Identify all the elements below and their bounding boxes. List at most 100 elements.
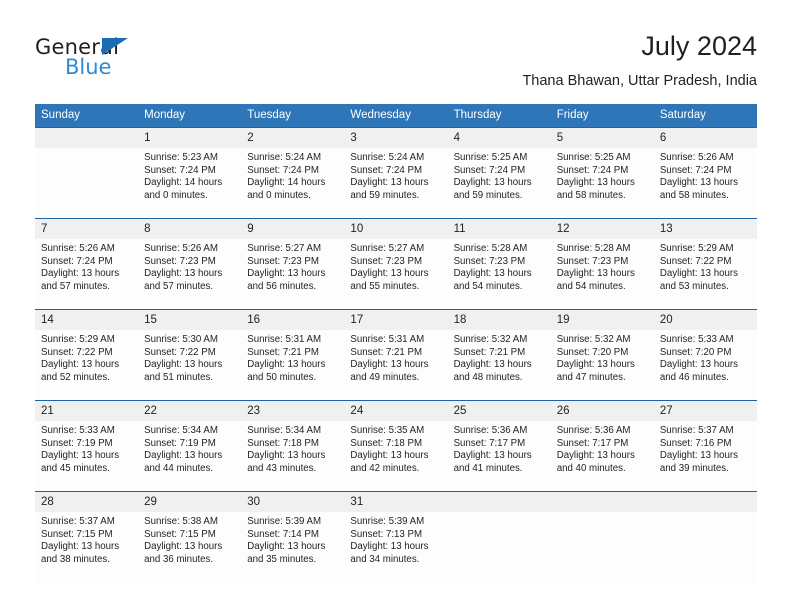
day-cell[interactable]: Sunrise: 5:37 AM Sunset: 7:15 PM Dayligh… — [35, 512, 138, 582]
daylight-line-2: and 44 minutes. — [144, 462, 214, 474]
daylight-line-1: Daylight: 13 hours — [350, 450, 429, 462]
sunrise-line: Sunrise: 5:29 AM — [659, 243, 734, 254]
sunrise-line: Sunrise: 5:37 AM — [659, 425, 734, 436]
daylight-line-1: Daylight: 13 hours — [247, 359, 326, 371]
week-detail-band: Sunrise: 5:23 AM Sunset: 7:24 PM Dayligh… — [35, 148, 757, 218]
day-cell[interactable]: Sunrise: 5:29 AM Sunset: 7:22 PM Dayligh… — [654, 239, 757, 309]
day-number[interactable]: 23 — [241, 401, 344, 421]
day-number[interactable]: 28 — [35, 492, 138, 512]
day-number[interactable]: 12 — [551, 219, 654, 239]
day-number[interactable]: 5 — [551, 128, 654, 148]
day-cell[interactable] — [35, 148, 138, 218]
day-number[interactable] — [448, 492, 551, 512]
day-number[interactable]: 30 — [241, 492, 344, 512]
daylight-line-2: and 45 minutes. — [41, 462, 110, 474]
day-number[interactable]: 24 — [344, 401, 447, 421]
day-cell[interactable]: Sunrise: 5:32 AM Sunset: 7:20 PM Dayligh… — [551, 330, 654, 400]
day-number[interactable] — [654, 492, 757, 512]
day-cell[interactable]: Sunrise: 5:26 AM Sunset: 7:24 PM Dayligh… — [654, 148, 757, 218]
day-cell[interactable]: Sunrise: 5:36 AM Sunset: 7:17 PM Dayligh… — [448, 421, 551, 491]
day-cell[interactable]: Sunrise: 5:25 AM Sunset: 7:24 PM Dayligh… — [448, 148, 551, 218]
day-cell[interactable]: Sunrise: 5:33 AM Sunset: 7:20 PM Dayligh… — [654, 330, 757, 400]
day-cell[interactable]: Sunrise: 5:31 AM Sunset: 7:21 PM Dayligh… — [344, 330, 447, 400]
day-cell[interactable]: Sunrise: 5:34 AM Sunset: 7:19 PM Dayligh… — [138, 421, 241, 491]
daylight-line-2: and 57 minutes. — [41, 280, 110, 292]
daylight-line-2: and 49 minutes. — [350, 371, 420, 383]
day-cell[interactable]: Sunrise: 5:24 AM Sunset: 7:24 PM Dayligh… — [241, 148, 344, 218]
day-number[interactable]: 21 — [35, 401, 138, 421]
day-number[interactable]: 9 — [241, 219, 344, 239]
day-cell[interactable]: Sunrise: 5:27 AM Sunset: 7:23 PM Dayligh… — [344, 239, 447, 309]
sunrise-line: Sunrise: 5:23 AM — [144, 152, 218, 163]
day-number[interactable] — [35, 128, 138, 148]
sunrise-line: Sunrise: 5:36 AM — [556, 425, 631, 436]
calendar-week-row: 1 2 3 4 5 6 Sunrise: 5:23 AM Sunset: 7:2… — [35, 127, 757, 218]
day-number[interactable]: 7 — [35, 219, 138, 239]
day-number[interactable] — [551, 492, 654, 512]
day-number[interactable]: 15 — [138, 310, 241, 330]
day-number[interactable]: 19 — [551, 310, 654, 330]
day-cell[interactable]: Sunrise: 5:35 AM Sunset: 7:18 PM Dayligh… — [344, 421, 447, 491]
sunset-line: Sunset: 7:22 PM — [41, 346, 113, 358]
day-cell[interactable]: Sunrise: 5:28 AM Sunset: 7:23 PM Dayligh… — [448, 239, 551, 309]
daylight-line-1: Daylight: 13 hours — [453, 177, 532, 189]
sunrise-line: Sunrise: 5:33 AM — [41, 425, 115, 436]
day-number[interactable]: 11 — [448, 219, 551, 239]
sunrise-line: Sunrise: 5:37 AM — [41, 516, 115, 527]
sunset-line: Sunset: 7:24 PM — [41, 255, 113, 267]
day-number[interactable]: 14 — [35, 310, 138, 330]
daylight-line-1: Daylight: 13 hours — [556, 177, 635, 189]
daylight-line-2: and 0 minutes. — [144, 189, 208, 201]
day-cell[interactable]: Sunrise: 5:28 AM Sunset: 7:23 PM Dayligh… — [551, 239, 654, 309]
day-number[interactable]: 6 — [654, 128, 757, 148]
day-cell[interactable]: Sunrise: 5:25 AM Sunset: 7:24 PM Dayligh… — [551, 148, 654, 218]
day-cell[interactable]: Sunrise: 5:24 AM Sunset: 7:24 PM Dayligh… — [344, 148, 447, 218]
day-cell[interactable]: Sunrise: 5:37 AM Sunset: 7:16 PM Dayligh… — [654, 421, 757, 491]
day-number[interactable]: 18 — [448, 310, 551, 330]
day-number[interactable]: 27 — [654, 401, 757, 421]
day-number[interactable]: 26 — [551, 401, 654, 421]
day-number[interactable]: 29 — [138, 492, 241, 512]
sunset-line: Sunset: 7:23 PM — [144, 255, 216, 267]
day-number[interactable]: 16 — [241, 310, 344, 330]
day-cell[interactable]: Sunrise: 5:32 AM Sunset: 7:21 PM Dayligh… — [448, 330, 551, 400]
sunset-line: Sunset: 7:23 PM — [247, 255, 319, 267]
day-number[interactable]: 31 — [344, 492, 447, 512]
day-number[interactable]: 1 — [138, 128, 241, 148]
day-cell[interactable]: Sunrise: 5:36 AM Sunset: 7:17 PM Dayligh… — [551, 421, 654, 491]
daylight-line-2: and 56 minutes. — [247, 280, 317, 292]
day-cell[interactable]: Sunrise: 5:26 AM Sunset: 7:24 PM Dayligh… — [35, 239, 138, 309]
day-cell[interactable]: Sunrise: 5:27 AM Sunset: 7:23 PM Dayligh… — [241, 239, 344, 309]
sunrise-line: Sunrise: 5:32 AM — [556, 334, 631, 345]
day-number[interactable]: 25 — [448, 401, 551, 421]
day-cell[interactable]: Sunrise: 5:26 AM Sunset: 7:23 PM Dayligh… — [138, 239, 241, 309]
day-cell[interactable]: Sunrise: 5:38 AM Sunset: 7:15 PM Dayligh… — [138, 512, 241, 582]
day-number[interactable]: 20 — [654, 310, 757, 330]
day-cell[interactable]: Sunrise: 5:39 AM Sunset: 7:14 PM Dayligh… — [241, 512, 344, 582]
general-blue-logo[interactable]: General Blue — [35, 35, 205, 85]
day-cell[interactable] — [448, 512, 551, 582]
sunset-line: Sunset: 7:15 PM — [144, 528, 216, 540]
day-number[interactable]: 17 — [344, 310, 447, 330]
title-block: July 2024 Thana Bhawan, Uttar Pradesh, I… — [522, 30, 757, 90]
day-number[interactable]: 13 — [654, 219, 757, 239]
day-number[interactable]: 2 — [241, 128, 344, 148]
daylight-line-2: and 0 minutes. — [247, 189, 311, 201]
daylight-line-2: and 43 minutes. — [247, 462, 317, 474]
day-number[interactable]: 4 — [448, 128, 551, 148]
day-cell[interactable]: Sunrise: 5:29 AM Sunset: 7:22 PM Dayligh… — [35, 330, 138, 400]
daylight-line-2: and 46 minutes. — [659, 371, 729, 383]
day-cell[interactable] — [551, 512, 654, 582]
weekday-header-sunday: Sunday — [41, 109, 81, 121]
day-cell[interactable]: Sunrise: 5:31 AM Sunset: 7:21 PM Dayligh… — [241, 330, 344, 400]
day-number[interactable]: 10 — [344, 219, 447, 239]
day-number[interactable]: 22 — [138, 401, 241, 421]
day-cell[interactable]: Sunrise: 5:39 AM Sunset: 7:13 PM Dayligh… — [344, 512, 447, 582]
day-number[interactable]: 8 — [138, 219, 241, 239]
day-cell[interactable]: Sunrise: 5:33 AM Sunset: 7:19 PM Dayligh… — [35, 421, 138, 491]
day-number[interactable]: 3 — [344, 128, 447, 148]
day-cell[interactable]: Sunrise: 5:30 AM Sunset: 7:22 PM Dayligh… — [138, 330, 241, 400]
day-cell[interactable] — [654, 512, 757, 582]
day-cell[interactable]: Sunrise: 5:23 AM Sunset: 7:24 PM Dayligh… — [138, 148, 241, 218]
day-cell[interactable]: Sunrise: 5:34 AM Sunset: 7:18 PM Dayligh… — [241, 421, 344, 491]
